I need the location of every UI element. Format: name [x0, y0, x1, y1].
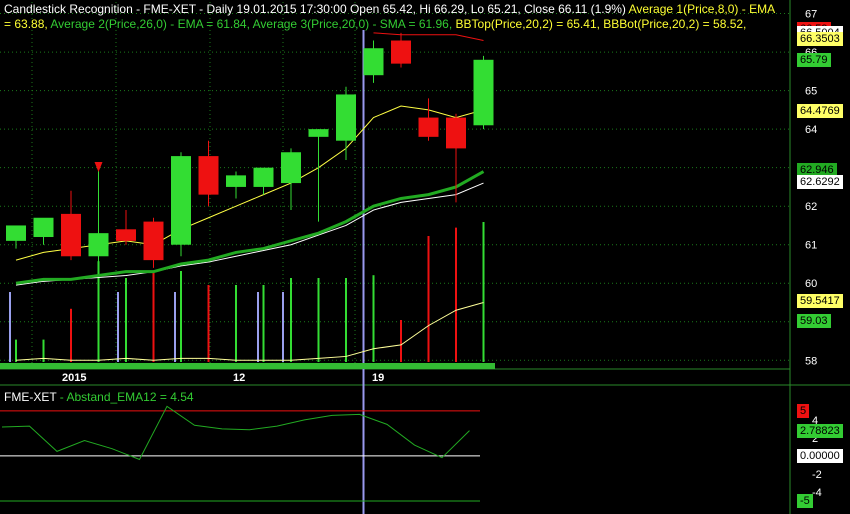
- header-line-2: = 63.88, Average 2(Price,26,0) - EMA = 6…: [4, 17, 746, 31]
- subpanel-title: FME-XET: [4, 390, 57, 404]
- price-label: 59.03: [797, 313, 831, 328]
- indicator-value-label: -5: [797, 493, 813, 508]
- candle-body: [473, 59, 494, 126]
- candle-body: [226, 175, 246, 187]
- price-label: 62.6292: [797, 174, 843, 189]
- sub-y-tick-label: -2: [812, 469, 822, 481]
- candle-body: [308, 129, 329, 137]
- ema26-label: Average 2(Price,26,0) - EMA = 61.84,: [50, 17, 250, 31]
- y-tick-label: 61: [805, 240, 817, 252]
- bbbot-label: BBBot(Price,20,2) = 58.52,: [603, 17, 747, 31]
- y-tick-label: 67: [805, 9, 817, 21]
- candlesticks: [6, 32, 494, 272]
- price-label: 65.79: [797, 53, 831, 68]
- y-tick-label: 64: [805, 124, 817, 136]
- volume-strip: [0, 363, 495, 369]
- candle-body: [61, 213, 81, 257]
- price-label: 59.5417: [797, 293, 843, 308]
- candle-body: [171, 156, 191, 245]
- chart-title: Candlestick Recognition - FME-XET - Dail…: [4, 2, 626, 16]
- sub-panel: -4-2024: [0, 405, 822, 502]
- x-tick-label: 12: [233, 372, 245, 384]
- ema26-line: [15, 170, 485, 285]
- sma20-line: [15, 182, 484, 286]
- y-tick-label: 60: [805, 278, 817, 290]
- x-tick-label: 19: [372, 372, 384, 384]
- y-tick-label: 62: [805, 201, 817, 213]
- price-label: 66.3503: [797, 31, 843, 46]
- chart[interactable]: 5859606162636465666720151219 -4-2024: [0, 0, 850, 514]
- ema8-label: Average 1(Price,8,0) - EMA: [628, 2, 776, 16]
- candle-body: [418, 117, 439, 137]
- candle-body: [116, 229, 136, 241]
- header-line-1: Candlestick Recognition - FME-XET - Dail…: [4, 2, 775, 16]
- indicator-line: [1, 405, 470, 461]
- candle-body: [391, 40, 411, 64]
- y-tick-label: 58: [805, 355, 817, 367]
- indicator-value-label: 5: [797, 403, 810, 418]
- price-label: 64.4769: [797, 103, 843, 118]
- bbtop-line: [373, 32, 484, 42]
- subpanel-header: FME-XET - Abstand_EMA12 = 4.54: [4, 390, 194, 404]
- candle-body: [88, 233, 109, 257]
- indicator-value-label: 2.78823: [797, 423, 843, 438]
- ema8-value: = 63.88,: [4, 17, 48, 31]
- bbtop-label: BBTop(Price,20,2) = 65.41,: [455, 17, 600, 31]
- candle-body: [281, 152, 301, 184]
- candle-body: [6, 225, 26, 241]
- candle-body: [198, 156, 219, 195]
- sma20-label: Average 3(Price,20,0) - SMA = 61.96,: [252, 17, 453, 31]
- candle-body: [33, 217, 54, 238]
- y-tick-label: 65: [805, 86, 817, 98]
- bbbot-line: [15, 302, 484, 361]
- candle-body: [253, 167, 274, 187]
- candle-body: [363, 48, 384, 76]
- candle-body: [143, 221, 164, 261]
- candle-body: [336, 94, 356, 141]
- x-tick-label: 2015: [62, 372, 86, 384]
- grid: [0, 0, 850, 514]
- indicator-value-label: 0.00000: [797, 448, 843, 463]
- ema8-line: [15, 105, 484, 261]
- sub-y-tick-label: -4: [812, 487, 822, 499]
- candle-body: [446, 117, 466, 149]
- signal-arrow: [94, 162, 103, 172]
- subpanel-indicator: - Abstand_EMA12 = 4.54: [59, 390, 194, 404]
- indicator-lines: [15, 32, 485, 361]
